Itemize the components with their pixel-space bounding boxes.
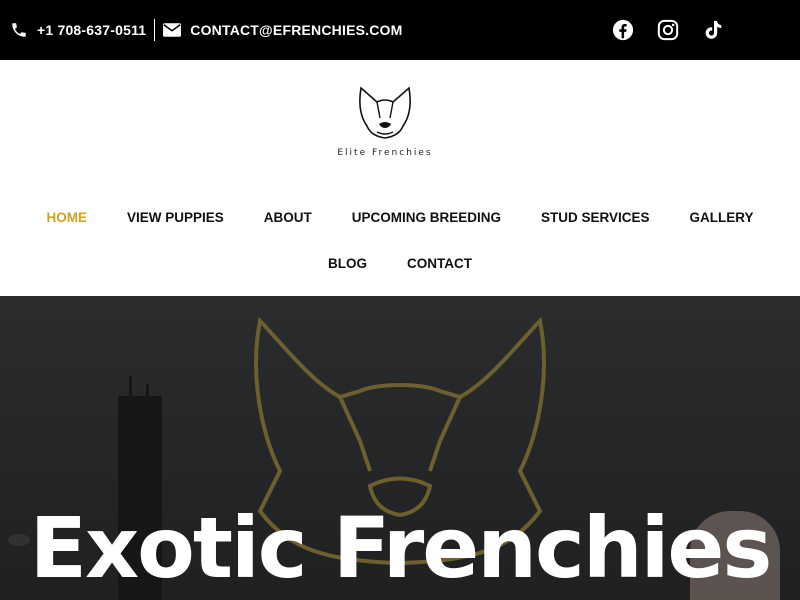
instagram-link[interactable]: [657, 19, 679, 41]
hero-title: Exotic Frenchies: [29, 499, 773, 597]
nav-upcoming-breeding[interactable]: UPCOMING BREEDING: [332, 208, 521, 228]
phone-icon: [12, 23, 26, 37]
phone-link[interactable]: +1 708-637-0511: [10, 21, 146, 39]
site-header: Elite Frenchies HOME VIEW PUPPIES ABOUT …: [0, 60, 800, 296]
contact-divider: [154, 19, 156, 41]
nav-contact[interactable]: CONTACT: [387, 254, 492, 274]
social-links: [612, 19, 724, 41]
nav-blog[interactable]: BLOG: [308, 254, 387, 274]
nav-stud-services[interactable]: STUD SERVICES: [521, 208, 670, 228]
nav-view-puppies[interactable]: VIEW PUPPIES: [107, 208, 244, 228]
email-address: CONTACT@EFRENCHIES.COM: [190, 22, 403, 38]
hero-section: Exotic Frenchies: [0, 296, 800, 600]
logo-text: Elite Frenchies: [337, 148, 433, 158]
top-bar: +1 708-637-0511 CONTACT@EFRENCHIES.COM: [0, 0, 800, 60]
facebook-link[interactable]: [612, 19, 634, 41]
email-link[interactable]: CONTACT@EFRENCHIES.COM: [163, 22, 402, 38]
contact-info: +1 708-637-0511 CONTACT@EFRENCHIES.COM: [10, 0, 403, 60]
nav-about[interactable]: ABOUT: [244, 208, 332, 228]
tiktok-icon: [705, 20, 722, 39]
nav-home[interactable]: HOME: [26, 208, 107, 228]
instagram-icon: [657, 19, 679, 41]
envelope-icon: [163, 23, 182, 37]
facebook-icon: [612, 19, 634, 41]
phone-number: +1 708-637-0511: [37, 22, 147, 38]
site-logo[interactable]: Elite Frenchies: [330, 82, 440, 162]
main-nav-row-2: BLOG CONTACT: [0, 254, 800, 274]
french-bulldog-logo-icon: [359, 86, 411, 139]
nav-gallery[interactable]: GALLERY: [670, 208, 774, 228]
tiktok-link[interactable]: [702, 19, 724, 41]
main-nav-row-1: HOME VIEW PUPPIES ABOUT UPCOMING BREEDIN…: [0, 208, 800, 228]
